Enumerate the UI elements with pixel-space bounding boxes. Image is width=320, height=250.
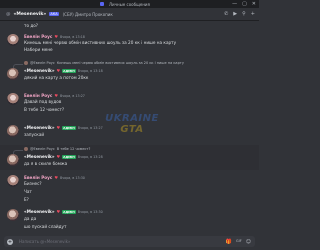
message-text: запускай <box>24 132 45 137</box>
message-text: Чат <box>24 189 32 194</box>
heart-icon: ♥ <box>54 34 58 39</box>
dm-username[interactable]: «Mesenevik» <box>14 12 47 17</box>
message-time: Вчора, в 13:27 <box>77 125 103 130</box>
reply-avatar <box>24 61 28 65</box>
message-item: @Евелін Роус В тебе 12 чомест? «Mesenevi… <box>0 146 259 170</box>
message-time: Вчора, в 13:28 <box>77 154 103 159</box>
composer-actions: 🎁 GIF ☺ <box>226 239 251 245</box>
role-badge: АДМІН <box>62 209 76 214</box>
avatar[interactable] <box>7 34 19 46</box>
message-time: Вчора, в 13:30 <box>77 209 103 214</box>
message-item: «Mesenevik» ♥ АДМІН Вчора, в 13:27 запус… <box>0 125 259 141</box>
gift-icon[interactable]: 🎁 <box>226 239 232 245</box>
message-time: Вчора, в 13:18 <box>59 34 85 39</box>
message-author[interactable]: Евелін Роус <box>24 34 52 39</box>
message-text: Давай под вудов <box>24 99 62 104</box>
reply-preview[interactable]: @Евелін Роус Кинешь мені червю обмін вис… <box>24 61 184 65</box>
message-item: Евелін Роус ♥ Вчора, в 13:30 Бизнес? Чат… <box>0 175 259 207</box>
reply-author: @Евелін Роус <box>30 147 55 151</box>
dm-subtitle: (СБУ) Дмитро Прокопик <box>62 11 113 17</box>
avatar[interactable] <box>7 175 19 187</box>
role-badge: АДМІН <box>62 154 76 159</box>
attach-plus-icon[interactable]: + <box>7 238 13 245</box>
message-text: да я в скиле бомжа <box>24 161 68 166</box>
heart-icon: ♥ <box>54 175 58 180</box>
reply-avatar <box>24 147 28 151</box>
add-friend-icon[interactable]: + <box>251 11 255 17</box>
avatar[interactable] <box>7 93 19 105</box>
role-badge: АДМІН <box>62 68 76 73</box>
message-text: да да <box>24 216 37 221</box>
emoji-icon[interactable]: ☺ <box>246 239 251 245</box>
message-author[interactable]: «Mesenevik» <box>24 209 55 214</box>
window-controls: — ▢ ✕ <box>232 1 256 7</box>
heart-icon: ♥ <box>56 125 61 130</box>
message-time: Вчора, в 13:18 <box>77 68 103 73</box>
window-titlebar: Личные сообщения — ▢ ✕ <box>0 0 259 8</box>
message-text: Бизнес? <box>24 181 42 186</box>
user-tag: АКА <box>49 12 59 16</box>
reply-preview[interactable]: @Евелін Роус В тебе 12 чомест? <box>24 147 90 151</box>
message-item: «Mesenevik» ♥ АДМІН Вчора, в 13:30 да да… <box>0 209 259 233</box>
dm-header: @ «Mesenevik» АКА (СБУ) Дмитро Прокопик … <box>0 8 259 21</box>
call-icon[interactable]: ✆ <box>224 11 228 17</box>
message-time: Вчора, в 13:27 <box>59 93 85 98</box>
role-badge: АДМІН <box>62 125 76 130</box>
minimize-button[interactable]: — <box>232 1 237 7</box>
avatar[interactable] <box>7 125 19 137</box>
gif-button[interactable]: GIF <box>236 239 242 245</box>
reply-author: @Евелін Роус <box>30 61 55 65</box>
message-item: @Евелін Роус Кинешь мені червю обмін вис… <box>0 60 259 86</box>
message-time: Вчора, в 13:30 <box>59 175 85 180</box>
avatar[interactable] <box>7 209 19 221</box>
message-list[interactable]: то до? Евелін Роус ♥ Вчора, в 13:18 Кине… <box>0 21 259 235</box>
message-author[interactable]: Евелін Роус <box>24 93 52 98</box>
reply-text: В тебе 12 чомест? <box>56 147 91 151</box>
message-item: Евелін Роус ♥ Вчора, в 13:27 Давай под в… <box>0 93 259 117</box>
window-title: Личные сообщения <box>109 1 150 7</box>
message-text: В тебе 12 чомест? <box>24 107 65 112</box>
heart-icon: ♥ <box>56 209 61 214</box>
message-text: шо пускай слайдут <box>24 224 67 229</box>
message-text: Е? <box>24 197 29 202</box>
message-composer: + 🎁 GIF ☺ <box>4 236 255 247</box>
message-text: дякий на карту а потом 20кк <box>24 75 89 80</box>
message-author[interactable]: Евелін Роус <box>24 175 52 180</box>
message-text: Набери мене <box>24 47 53 52</box>
message-author[interactable]: «Mesenevik» <box>24 68 55 73</box>
header-actions: ✆ ▶ ⚲ + <box>224 11 255 17</box>
message-item: Евелін Роус ♥ Вчора, в 13:18 Кинешь мені… <box>0 34 259 58</box>
message-input[interactable] <box>17 238 201 245</box>
message-author[interactable]: «Mesenevik» <box>24 154 55 159</box>
pin-icon[interactable]: ⚲ <box>242 11 246 17</box>
maximize-button[interactable]: ▢ <box>242 1 247 7</box>
avatar[interactable] <box>7 68 19 80</box>
video-icon[interactable]: ▶ <box>233 11 237 17</box>
heart-icon: ♥ <box>56 68 61 73</box>
avatar[interactable] <box>7 154 19 166</box>
message-text: Кинешь мені червю обмін вистивних шоуль … <box>24 40 177 45</box>
message-author[interactable]: «Mesenevik» <box>24 125 55 130</box>
heart-icon: ♥ <box>56 154 61 159</box>
discord-icon <box>100 2 104 6</box>
message-text: то до? <box>24 23 39 28</box>
heart-icon: ♥ <box>54 93 58 98</box>
at-icon: @ <box>6 11 11 17</box>
close-button[interactable]: ✕ <box>252 1 256 7</box>
reply-text: Кинешь мені червю обмін вистивних шоуль … <box>56 61 184 65</box>
